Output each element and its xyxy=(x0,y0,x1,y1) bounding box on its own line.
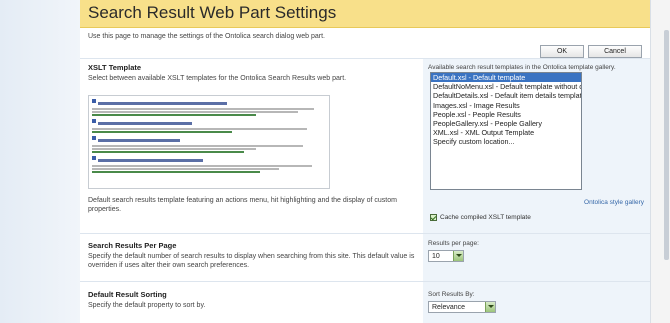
sorting-info: Default Result Sorting Specify the defau… xyxy=(88,290,418,310)
cache-checkbox[interactable] xyxy=(430,214,437,221)
template-option[interactable]: DefaultDetails.xsl - Default item detail… xyxy=(431,91,581,100)
sorting-text: Specify the default property to sort by. xyxy=(88,302,206,309)
xslt-section-controls: Available search result templates in the… xyxy=(423,59,650,233)
template-option[interactable]: Images.xsl - Image Results xyxy=(431,101,581,110)
cache-checkbox-label: Cache compiled XSLT template xyxy=(440,214,531,221)
per-page-controls: Results per page: 10 xyxy=(423,234,650,281)
template-preview-image xyxy=(88,95,330,189)
sorting-title: Default Result Sorting xyxy=(88,290,167,299)
sorting-controls: Sort Results By: Relevance xyxy=(423,282,650,323)
page-title: Search Result Web Part Settings xyxy=(88,3,337,22)
style-gallery-link[interactable]: Ontolica style gallery xyxy=(584,199,644,206)
sort-results-label: Sort Results By: xyxy=(428,291,475,298)
page-description: Use this page to manage the settings of … xyxy=(88,33,325,40)
scrollbar-thumb[interactable] xyxy=(664,30,669,260)
template-option[interactable]: PeopleGallery.xsl - People Gallery xyxy=(431,119,581,128)
results-per-page-label: Results per page: xyxy=(428,240,479,247)
title-bar: Search Result Web Part Settings xyxy=(80,0,650,28)
xslt-section-info: XSLT Template Select between available X… xyxy=(88,63,418,83)
xslt-template-section: XSLT Template Select between available X… xyxy=(80,58,650,233)
settings-page: Search Result Web Part Settings Use this… xyxy=(80,0,650,323)
sort-results-value: Relevance xyxy=(432,303,466,311)
xslt-section-title: XSLT Template xyxy=(88,63,142,72)
template-listbox[interactable]: Default.xsl - Default template DefaultNoM… xyxy=(430,72,582,190)
chevron-down-icon[interactable] xyxy=(453,251,463,261)
chevron-down-icon[interactable] xyxy=(485,302,495,312)
ok-button[interactable]: OK xyxy=(540,45,584,58)
results-per-page-select[interactable]: 10 xyxy=(428,250,464,262)
results-per-page-value: 10 xyxy=(432,252,440,260)
dialog-buttons: OK Cancel xyxy=(540,45,642,58)
sort-results-select[interactable]: Relevance xyxy=(428,301,496,313)
per-page-text: Specify the default number of search res… xyxy=(88,253,415,269)
per-page-info: Search Results Per Page Specify the defa… xyxy=(88,241,418,270)
available-templates-label: Available search result templates in the… xyxy=(428,64,616,71)
template-option[interactable]: Specify custom location... xyxy=(431,137,581,146)
template-preview-caption: Default search results template featurin… xyxy=(88,197,397,213)
per-page-title: Search Results Per Page xyxy=(88,241,177,250)
results-per-page-section: Search Results Per Page Specify the defa… xyxy=(80,233,650,281)
left-background-band xyxy=(0,0,80,323)
template-option[interactable]: People.xsl - People Results xyxy=(431,110,581,119)
cancel-button[interactable]: Cancel xyxy=(588,45,642,58)
template-option[interactable]: Default.xsl - Default template xyxy=(431,73,581,83)
template-option[interactable]: DefaultNoMenu.xsl - Default template wit… xyxy=(431,82,581,91)
cache-option: Cache compiled XSLT template xyxy=(430,214,531,221)
xslt-section-text: Select between available XSLT templates … xyxy=(88,75,347,82)
template-option[interactable]: XML.xsl - XML Output Template xyxy=(431,128,581,137)
result-sorting-section: Default Result Sorting Specify the defau… xyxy=(80,281,650,323)
